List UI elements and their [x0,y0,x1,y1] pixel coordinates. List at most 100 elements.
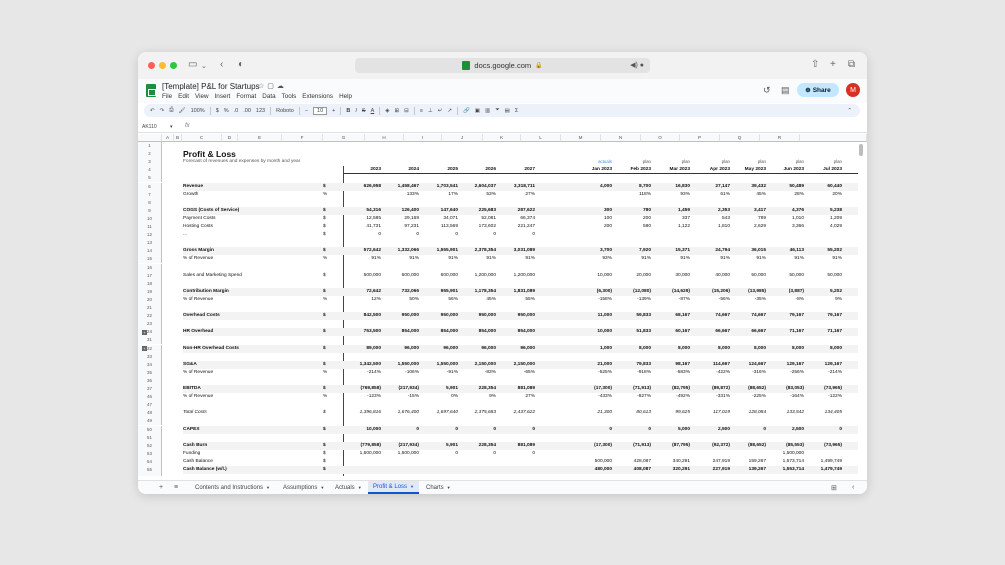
month-value-cell[interactable]: 227,919 [692,466,730,474]
year-value-cell[interactable]: -91% [420,369,458,377]
month-value-cell[interactable]: 98,167 [652,361,690,369]
row-header-36[interactable]: 36 [138,376,162,385]
minimize-window-button[interactable] [159,62,166,69]
month-value-cell[interactable]: 428,087 [613,458,651,466]
chevron-down-icon[interactable]: ⌄ [201,60,207,74]
row-header-35[interactable]: 35 [138,368,162,377]
all-sheets-icon[interactable]: ≡ [174,484,178,491]
month-value-cell[interactable]: 36,015 [728,247,766,255]
percent-format-button[interactable]: % [224,108,229,114]
menu-data[interactable]: Data [262,93,275,100]
month-value-cell[interactable]: 20,000 [613,272,651,280]
month-value-cell[interactable]: -433% [574,393,612,401]
menu-help[interactable]: Help [339,93,352,100]
year-value-cell[interactable]: 91% [381,255,419,263]
year-value-cell[interactable]: 2,150,000 [458,361,496,369]
month-value-cell[interactable]: (14,629) [652,288,690,296]
year-value-cell[interactable]: 950,000 [420,312,458,320]
fill-color-icon[interactable]: ◈ [385,108,389,114]
month-value-cell[interactable]: -492% [652,393,690,401]
month-value-cell[interactable]: (92,372) [692,442,730,450]
year-value-cell[interactable]: 173,602 [458,223,496,231]
column-header-a[interactable]: A [162,134,174,142]
month-value-cell[interactable]: 39,432 [728,183,766,191]
year-value-cell[interactable]: 1,458,467 [381,183,419,191]
sidebar-toggle-icon[interactable]: ▭ [188,58,197,72]
year-value-cell[interactable]: 50% [381,296,419,304]
month-value-cell[interactable]: 8,000 [804,345,842,353]
year-value-cell[interactable]: 0 [458,450,496,458]
month-value-cell[interactable]: (88,652) [728,442,766,450]
borders-icon[interactable]: ⊞ [394,108,399,114]
year-value-cell[interactable]: 2,437,622 [497,409,535,417]
month-value-cell[interactable]: 10,000 [574,328,612,336]
row-header-11[interactable]: 11 [138,223,162,232]
year-value-cell[interactable]: 17% [420,191,458,199]
month-value-cell[interactable]: 337 [652,215,690,223]
month-value-cell[interactable]: 1,122 [652,223,690,231]
row-header-51[interactable]: 51 [138,433,162,442]
year-value-cell[interactable]: 3,031,089 [497,247,535,255]
month-value-cell[interactable]: -225% [728,393,766,401]
row-header-54[interactable]: 54 [138,457,162,466]
year-value-cell[interactable]: 27% [497,393,535,401]
month-value-cell[interactable]: 8,000 [728,345,766,353]
month-value-cell[interactable]: 0 [574,426,612,434]
year-value-cell[interactable]: (769,858) [343,385,381,393]
month-value-cell[interactable]: 24,794 [692,247,730,255]
year-value-cell[interactable]: 34,071 [420,215,458,223]
month-value-cell[interactable]: 0 [728,426,766,434]
month-value-cell[interactable]: 5,000 [652,426,690,434]
redo-icon[interactable]: ↷ [160,108,165,114]
year-value-cell[interactable]: 950,000 [497,312,535,320]
month-value-cell[interactable]: 40,000 [692,272,730,280]
month-value-cell[interactable]: 93% [574,255,612,263]
month-value-cell[interactable]: 68,167 [652,312,690,320]
document-title[interactable]: [Template] P&L for Startups [162,82,260,91]
strikethrough-icon[interactable]: S [362,108,366,114]
year-value-cell[interactable]: 27% [497,191,535,199]
year-value-cell[interactable]: 1,500,000 [381,450,419,458]
row-header-34[interactable]: 34 [138,360,162,369]
functions-icon[interactable]: Σ [515,108,518,114]
year-value-cell[interactable]: 1,396,816 [343,409,381,417]
month-value-cell[interactable]: 11,000 [574,312,612,320]
bold-icon[interactable]: B [346,108,350,114]
month-value-cell[interactable]: 320,291 [652,466,690,474]
year-value-cell[interactable]: 3,318,711 [497,183,535,191]
month-value-cell[interactable]: 27,147 [692,183,730,191]
month-value-cell[interactable]: (3,887) [766,288,804,296]
year-value-cell[interactable]: 572,642 [343,247,381,255]
month-value-cell[interactable]: 408,087 [613,466,651,474]
year-value-cell[interactable]: 854,000 [420,328,458,336]
month-value-cell[interactable]: 50,000 [728,272,766,280]
month-value-cell[interactable]: 480,000 [574,466,612,474]
year-value-cell[interactable]: 1,178,354 [458,288,496,296]
year-value-cell[interactable]: 1,200,000 [497,272,535,280]
month-value-cell[interactable]: 2,353 [692,207,730,215]
row-header-23[interactable]: 23 [138,320,162,329]
month-value-cell[interactable]: 74,667 [692,312,730,320]
column-header-d[interactable]: D [222,134,238,142]
month-value-cell[interactable]: 780 [613,207,651,215]
month-value-cell[interactable]: -35% [728,296,766,304]
month-value-cell[interactable]: -122% [804,393,842,401]
expand-group-icon[interactable]: + [142,329,147,335]
font-size-increase-icon[interactable]: + [332,108,335,114]
merge-cells-icon[interactable]: ⊟ [404,108,409,114]
menu-edit[interactable]: Edit [178,93,189,100]
column-header-i[interactable]: I [404,134,442,142]
column-header-m[interactable]: M [561,134,601,142]
month-value-cell[interactable]: 0 [804,426,842,434]
star-icon[interactable]: ☆ [258,83,267,90]
month-value-cell[interactable]: -422% [692,369,730,377]
row-header-6[interactable]: 6 [138,182,162,191]
month-value-cell[interactable]: 2,629 [728,223,766,231]
row-header-48[interactable]: 48 [138,409,162,418]
row-header-22[interactable]: 22 [138,312,162,321]
zoom-select[interactable]: 100% [191,108,205,114]
row-header-10[interactable]: 10 [138,214,162,223]
year-value-cell[interactable]: 2,375,683 [458,409,496,417]
month-value-cell[interactable]: (88,652) [728,385,766,393]
year-value-cell[interactable]: 45% [458,296,496,304]
